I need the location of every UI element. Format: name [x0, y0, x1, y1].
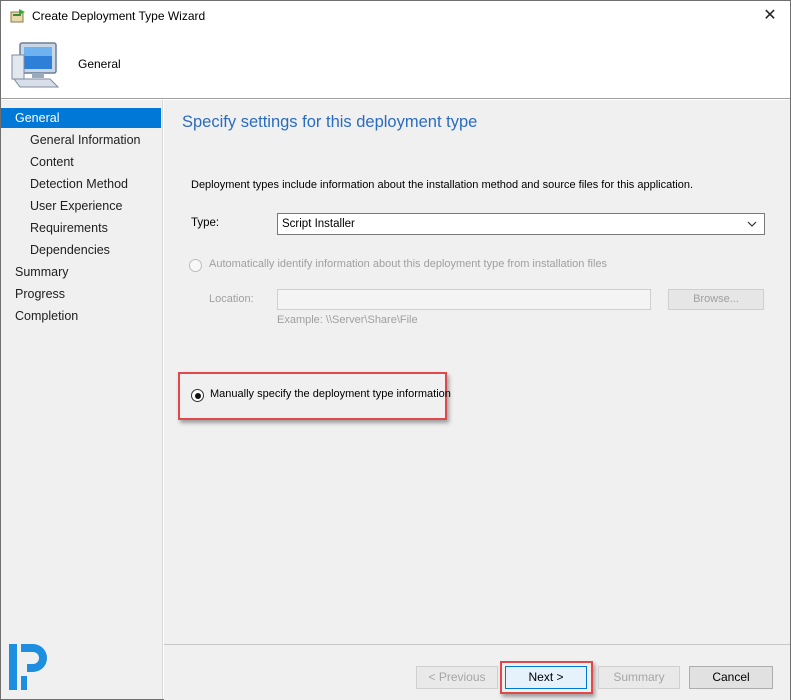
manual-specify-label[interactable]: Manually specify the deployment type inf… — [210, 388, 451, 400]
title-bar: Create Deployment Type Wizard ✕ — [1, 1, 790, 31]
wizard-app-icon — [10, 9, 25, 23]
nav-item-general-information[interactable]: General Information — [1, 130, 161, 150]
computer-icon — [11, 42, 60, 88]
next-button-highlight — [500, 661, 593, 694]
browse-button[interactable]: Browse... — [668, 289, 764, 310]
type-selected-value: Script Installer — [282, 218, 355, 230]
nav-item-summary[interactable]: Summary — [1, 262, 161, 282]
cancel-button[interactable]: Cancel — [689, 666, 773, 689]
location-label: Location: — [209, 293, 254, 305]
footer-divider — [164, 644, 790, 645]
location-example-text: Example: \\Server\Share\File — [277, 314, 418, 326]
chevron-down-icon — [747, 221, 757, 227]
window-title: Create Deployment Type Wizard — [32, 9, 206, 23]
previous-button[interactable]: < Previous — [416, 666, 498, 689]
description-text: Deployment types include information abo… — [191, 179, 694, 191]
nav-item-user-experience[interactable]: User Experience — [1, 196, 161, 216]
wizard-nav: General General Information Content Dete… — [1, 100, 163, 699]
nav-item-content[interactable]: Content — [1, 152, 161, 172]
nav-item-dependencies[interactable]: Dependencies — [1, 240, 161, 260]
summary-button[interactable]: Summary — [598, 666, 680, 689]
nav-item-progress[interactable]: Progress — [1, 284, 161, 304]
type-label: Type: — [191, 217, 220, 229]
header-title: General — [78, 57, 121, 71]
wizard-header: General — [1, 31, 790, 99]
brand-logo-icon — [9, 644, 47, 690]
auto-identify-label: Automatically identify information about… — [209, 258, 608, 270]
type-dropdown[interactable]: Script Installer — [277, 213, 765, 235]
close-icon[interactable]: ✕ — [750, 1, 790, 31]
nav-item-requirements[interactable]: Requirements — [1, 218, 161, 238]
nav-item-completion[interactable]: Completion — [1, 306, 161, 326]
page-heading: Specify settings for this deployment typ… — [182, 113, 478, 131]
main-panel: Specify settings for this deployment typ… — [164, 100, 790, 700]
wizard-window: Create Deployment Type Wizard ✕ General … — [0, 0, 791, 700]
manual-specify-radio[interactable] — [191, 389, 204, 402]
location-input[interactable] — [277, 289, 651, 310]
auto-identify-radio[interactable] — [189, 259, 202, 272]
nav-item-general[interactable]: General — [1, 108, 161, 128]
nav-item-detection-method[interactable]: Detection Method — [1, 174, 161, 194]
